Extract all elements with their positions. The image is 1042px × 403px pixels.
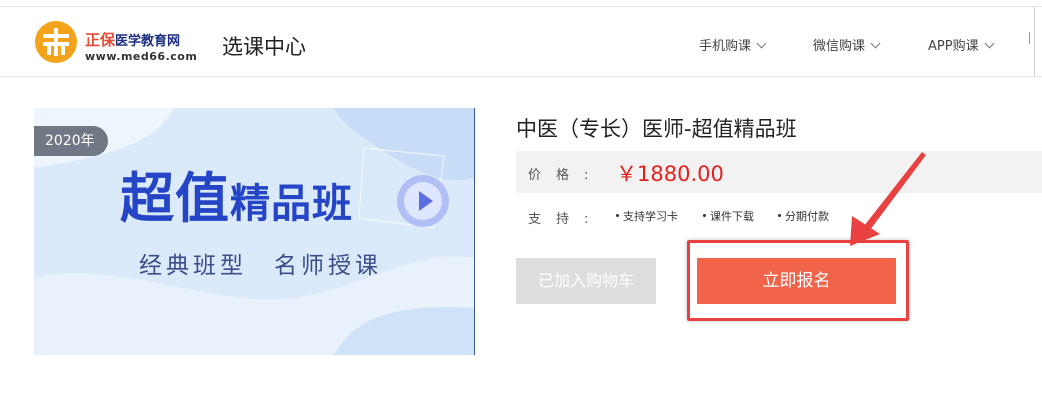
logo-url: www.med66.com — [85, 50, 198, 63]
nav-label: 手机购课 — [699, 39, 752, 54]
chevron-down-icon — [870, 38, 881, 49]
nav-divider — [1029, 32, 1030, 44]
logo-icon[interactable] — [34, 20, 78, 64]
play-icon — [397, 175, 449, 227]
chevron-down-icon — [984, 38, 995, 49]
banner-subtitle: 经典班型 名师授课 — [139, 253, 382, 279]
page-title: 选课中心 — [222, 35, 306, 59]
support-item-installment: 分期付款 — [778, 208, 829, 224]
support-item-download: 课件下载 — [703, 208, 754, 224]
added-to-cart-button[interactable]: 已加入购物车 — [516, 258, 656, 304]
support-item-label: 支持学习卡 — [623, 210, 678, 223]
price-value: ￥1880.00 — [616, 162, 724, 186]
support-item-study-card: 支持学习卡 — [616, 208, 678, 224]
support-item-label: 分期付款 — [785, 210, 829, 223]
nav-label: 微信购课 — [813, 39, 866, 54]
banner-title-small: 精品班 — [230, 181, 353, 227]
banner-title: 超值精品班 — [120, 154, 353, 233]
header-edge-line — [1034, 7, 1035, 76]
nav-wechat-purchase[interactable]: 微信购课 — [813, 35, 881, 54]
enroll-now-button[interactable]: 立即报名 — [697, 258, 896, 304]
arrow-annotation-icon — [850, 152, 926, 246]
bullet-icon — [616, 214, 619, 217]
logo-brand-rest: 医学教育网 — [115, 34, 181, 49]
chevron-down-icon — [756, 38, 767, 49]
logo-title[interactable]: 正保医学教育网 — [85, 29, 180, 50]
banner-title-big: 超值 — [120, 167, 230, 230]
nav-label: APP购课 — [928, 39, 979, 54]
course-banner[interactable]: 2020年 超值精品班 经典班型 名师授课 — [34, 108, 475, 355]
nav-mobile-purchase[interactable]: 手机购课 — [699, 35, 767, 54]
bullet-icon — [778, 214, 781, 217]
price-label: 价格: — [528, 168, 604, 183]
year-badge: 2020年 — [34, 126, 108, 156]
product-title: 中医（专长）医师-超值精品班 — [516, 117, 797, 141]
support-item-label: 课件下载 — [710, 210, 754, 223]
nav-app-purchase[interactable]: APP购课 — [928, 35, 995, 54]
support-label: 支持: — [528, 212, 604, 227]
price-row: 价格: ￥1880.00 — [516, 151, 1042, 193]
logo-brand-main: 正保 — [85, 31, 116, 49]
bullet-icon — [703, 214, 706, 217]
site-header: 正保医学教育网 www.med66.com 选课中心 手机购课 微信购课 APP… — [0, 7, 1042, 77]
